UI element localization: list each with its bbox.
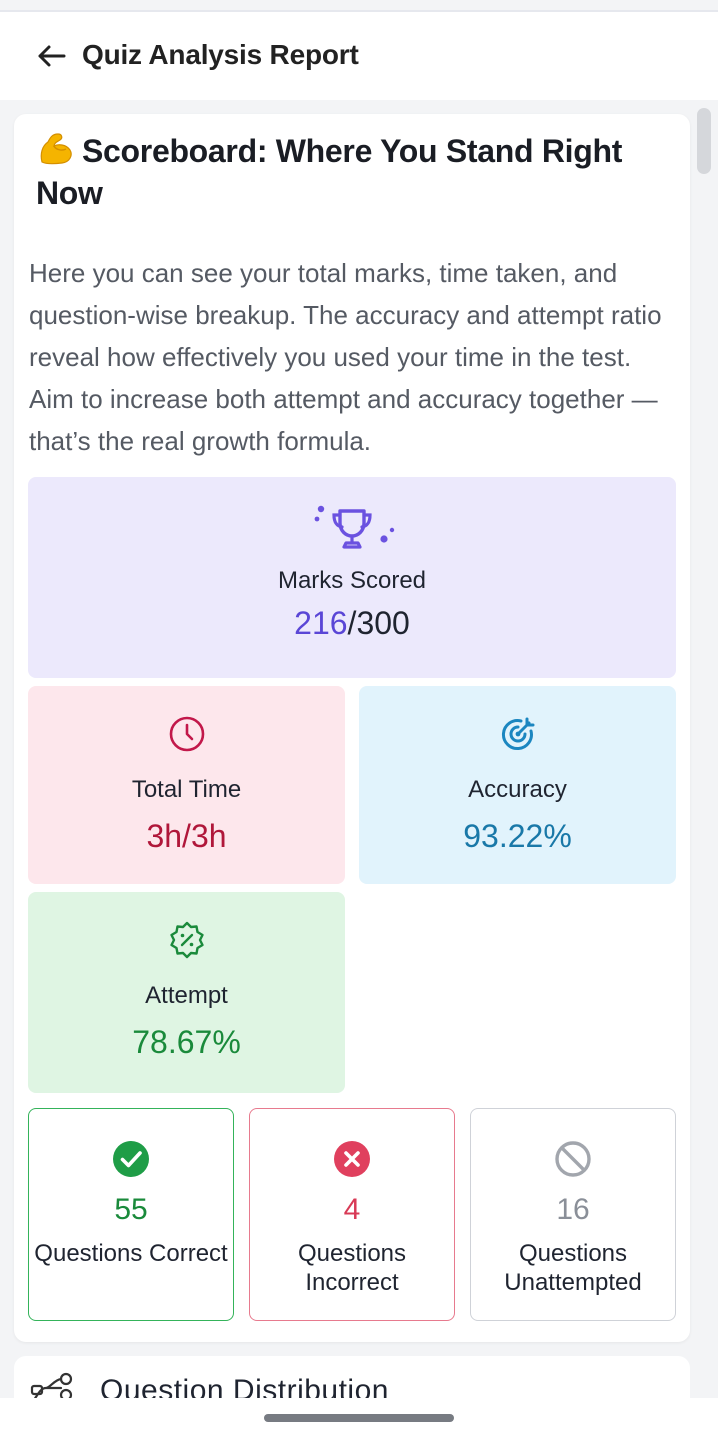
marks-scored-tile: Marks Scored 216/300 [28, 477, 676, 678]
target-icon [498, 714, 538, 754]
total-time-tile: Total Time 3h/3h [28, 686, 345, 884]
questions-correct-count: 55 [114, 1193, 148, 1226]
trophy-icon [302, 499, 402, 559]
attempt-label: Attempt [145, 982, 228, 1009]
marks-scored-value: 216/300 [294, 605, 410, 642]
scoreboard-card: Scoreboard: Where You Stand Right Now He… [14, 114, 690, 1342]
marks-total: 300 [356, 605, 410, 641]
scoreboard-title-text: Scoreboard: Where You Stand Right Now [36, 133, 623, 211]
scoreboard-description: Here you can see your total marks, time … [29, 258, 662, 456]
question-distribution-card[interactable]: Question Distribution [14, 1356, 690, 1400]
attempt-tile: Attempt 78.67% [28, 892, 345, 1093]
flexed-biceps-icon [40, 133, 72, 165]
percent-badge-icon [167, 920, 207, 960]
questions-correct-label: Questions Correct [34, 1240, 228, 1267]
scoreboard-title: Scoreboard: Where You Stand Right Now [36, 130, 666, 214]
questions-unattempted-count: 16 [556, 1193, 590, 1226]
report-scroll-area[interactable]: Scoreboard: Where You Stand Right Now He… [0, 100, 718, 1400]
questions-unattempted-box: 16 Questions Unattempted [470, 1108, 676, 1321]
back-button[interactable] [34, 40, 68, 72]
scrollbar-thumb[interactable] [697, 108, 711, 174]
questions-unattempted-label: Questions Unattempted [504, 1240, 642, 1296]
marks-obtained: 216 [294, 605, 348, 641]
marks-scored-label: Marks Scored [277, 567, 427, 594]
system-navigation-bar [0, 1398, 718, 1440]
x-circle-icon [332, 1139, 372, 1179]
total-time-value: 3h/3h [146, 818, 227, 854]
ban-icon [553, 1139, 593, 1179]
arrow-left-icon [38, 45, 66, 67]
accuracy-value: 93.22% [463, 818, 572, 854]
check-circle-icon [111, 1139, 151, 1179]
attempt-value: 78.67% [132, 1024, 241, 1060]
page-title: Quiz Analysis Report [82, 39, 359, 70]
questions-incorrect-box: 4 Questions Incorrect [249, 1108, 455, 1321]
questions-correct-box: 55 Questions Correct [28, 1108, 234, 1321]
app-bar: Quiz Analysis Report [0, 12, 718, 100]
clock-icon [167, 714, 207, 754]
distribution-icon [30, 1372, 73, 1400]
accuracy-label: Accuracy [468, 776, 567, 803]
total-time-label: Total Time [131, 776, 242, 803]
gesture-handle[interactable] [264, 1414, 454, 1422]
accuracy-tile: Accuracy 93.22% [359, 686, 676, 884]
questions-incorrect-count: 4 [343, 1193, 361, 1226]
question-distribution-title: Question Distribution [100, 1374, 389, 1400]
status-strip [0, 0, 718, 12]
questions-incorrect-label: Questions Incorrect [297, 1240, 407, 1296]
